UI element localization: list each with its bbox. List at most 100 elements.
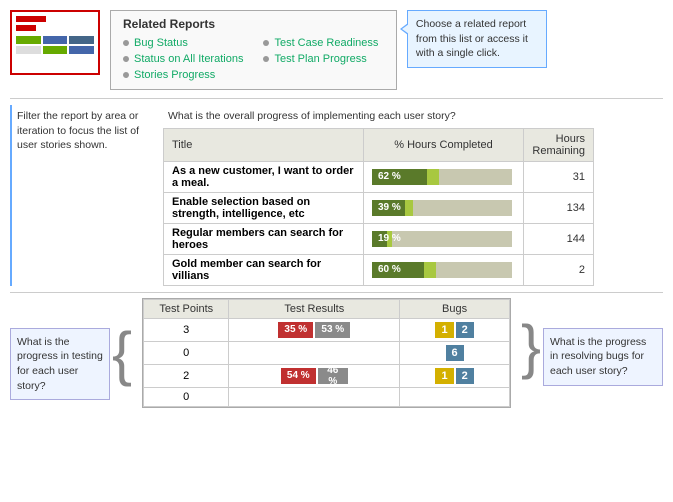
callout-text: Choose a related report from this list o… [416,18,528,59]
report-col-left: Bug Status Status on All Iterations Stor… [123,37,243,81]
thumb-bar-2 [16,25,36,31]
table-row: As a new customer, I want to order a mea… [164,161,594,192]
test-results-cell [229,341,400,364]
story-progress-cell: 60 % [364,254,524,285]
report-item-case-readiness[interactable]: Test Case Readiness [263,37,383,49]
report-dot [123,56,129,62]
thumb-cell [69,36,94,44]
thumb-cell [43,36,68,44]
bug-yellow: 1 [435,368,453,384]
thumb-grid [16,36,94,54]
story-progress-cell: 19 % [364,223,524,254]
bugs-container: 12 [406,368,503,384]
filter-annotation: Filter the report by area or iteration t… [10,105,155,286]
test-bar-container: 35 %53 % [235,322,393,338]
left-brace: { [112,324,132,384]
story-title: As a new customer, I want to order a mea… [172,165,354,189]
report-item-bug-status[interactable]: Bug Status [123,37,243,49]
test-col-results: Test Results [229,299,400,318]
bugs-cell: 12 [400,364,510,387]
bottom-section: What is the progress in testing for each… [0,293,673,413]
story-title: Gold member can search for villians [172,258,321,282]
bug-yellow: 1 [435,322,453,338]
bugs-container: 12 [406,322,503,338]
test-bar-red: 54 % [281,368,316,384]
report-link[interactable]: Bug Status [134,37,188,49]
related-reports-title: Related Reports [123,17,384,31]
progress-bar-bg: 60 % [372,262,512,278]
right-brace: } [521,317,541,377]
story-title-cell: Gold member can search for villians [164,254,364,285]
test-row: 3 35 %53 % 12 [144,318,510,341]
bugs-cell [400,387,510,406]
progress-label: 60 % [378,264,401,275]
progress-label: 39 % [378,202,401,213]
related-reports-callout: Choose a related report from this list o… [407,10,547,68]
stories-table: Title % Hours Completed Hours Remaining … [163,128,594,286]
table-row: Enable selection based on strength, inte… [164,192,594,223]
test-bar-gray: 53 % [315,322,350,338]
top-section: Related Reports Bug Status Status on All… [0,0,673,98]
related-reports-box: Related Reports Bug Status Status on All… [110,10,397,90]
report-dot [123,72,129,78]
test-points-cell: 2 [144,364,229,387]
hours-remaining-cell: 2 [524,254,594,285]
bug-steel: 6 [446,345,464,361]
col-hours-remaining: Hours Remaining [524,128,594,161]
story-progress-cell: 39 % [364,192,524,223]
test-right-area: } What is the progress in resolving bugs… [521,298,663,386]
bug-steel: 2 [456,322,474,338]
test-left-area: What is the progress in testing for each… [10,298,132,401]
thumb-cell [69,46,94,54]
table-row: Gold member can search for villians 60 % 2 [164,254,594,285]
progress-bar-bg: 39 % [372,200,512,216]
test-points-cell: 0 [144,387,229,406]
progress-fill-light [424,262,436,278]
progress-bar-bg: 62 % [372,169,512,185]
story-title: Regular members can search for heroes [172,227,343,251]
thumb-cell [16,46,41,54]
report-link[interactable]: Test Plan Progress [274,53,366,65]
table-row: Regular members can search for heroes 19 … [164,223,594,254]
story-title: Enable selection based on strength, inte… [172,196,310,220]
story-title-cell: As a new customer, I want to order a mea… [164,161,364,192]
test-bar-gray: 46 % [318,368,348,384]
report-link[interactable]: Status on All Iterations [134,53,243,65]
thumb-cell [16,36,41,44]
report-thumbnail[interactable] [10,10,100,75]
test-table: Test Points Test Results Bugs 3 35 %53 % 1… [143,299,510,407]
thumb-cell [43,46,68,54]
bugs-container: 6 [406,345,503,361]
report-link[interactable]: Test Case Readiness [274,37,378,49]
progress-fill-light [405,200,413,216]
report-dot [263,40,269,46]
test-col-points: Test Points [144,299,229,318]
hours-remaining-cell: 134 [524,192,594,223]
test-results-cell: 35 %53 % [229,318,400,341]
report-item-stories[interactable]: Stories Progress [123,69,243,81]
test-table-wrapper: Test Points Test Results Bugs 3 35 %53 % 1… [142,298,511,408]
col-title: Title [164,128,364,161]
test-points-cell: 3 [144,318,229,341]
test-row: 0 [144,387,510,406]
test-row: 2 54 %46 % 12 [144,364,510,387]
report-link[interactable]: Stories Progress [134,69,215,81]
reports-grid: Bug Status Status on All Iterations Stor… [123,37,384,81]
progress-label: 62 % [378,171,401,182]
test-col-bugs: Bugs [400,299,510,318]
report-col-right: Test Case Readiness Test Plan Progress [263,37,383,81]
test-bar-container: 54 %46 % [235,368,393,384]
report-item-plan-progress[interactable]: Test Plan Progress [263,53,383,65]
bugs-cell: 6 [400,341,510,364]
report-item-iterations[interactable]: Status on All Iterations [123,53,243,65]
hours-remaining-cell: 31 [524,161,594,192]
test-row: 06 [144,341,510,364]
progress-bar-bg: 19 % [372,231,512,247]
thumb-bar-1 [16,16,46,22]
report-dot [263,56,269,62]
report-dot [123,40,129,46]
test-annotation-right: What is the progress in resolving bugs f… [543,328,663,386]
col-hours-completed: % Hours Completed [364,128,524,161]
story-title-cell: Regular members can search for heroes [164,223,364,254]
test-annotation-left: What is the progress in testing for each… [10,328,110,401]
